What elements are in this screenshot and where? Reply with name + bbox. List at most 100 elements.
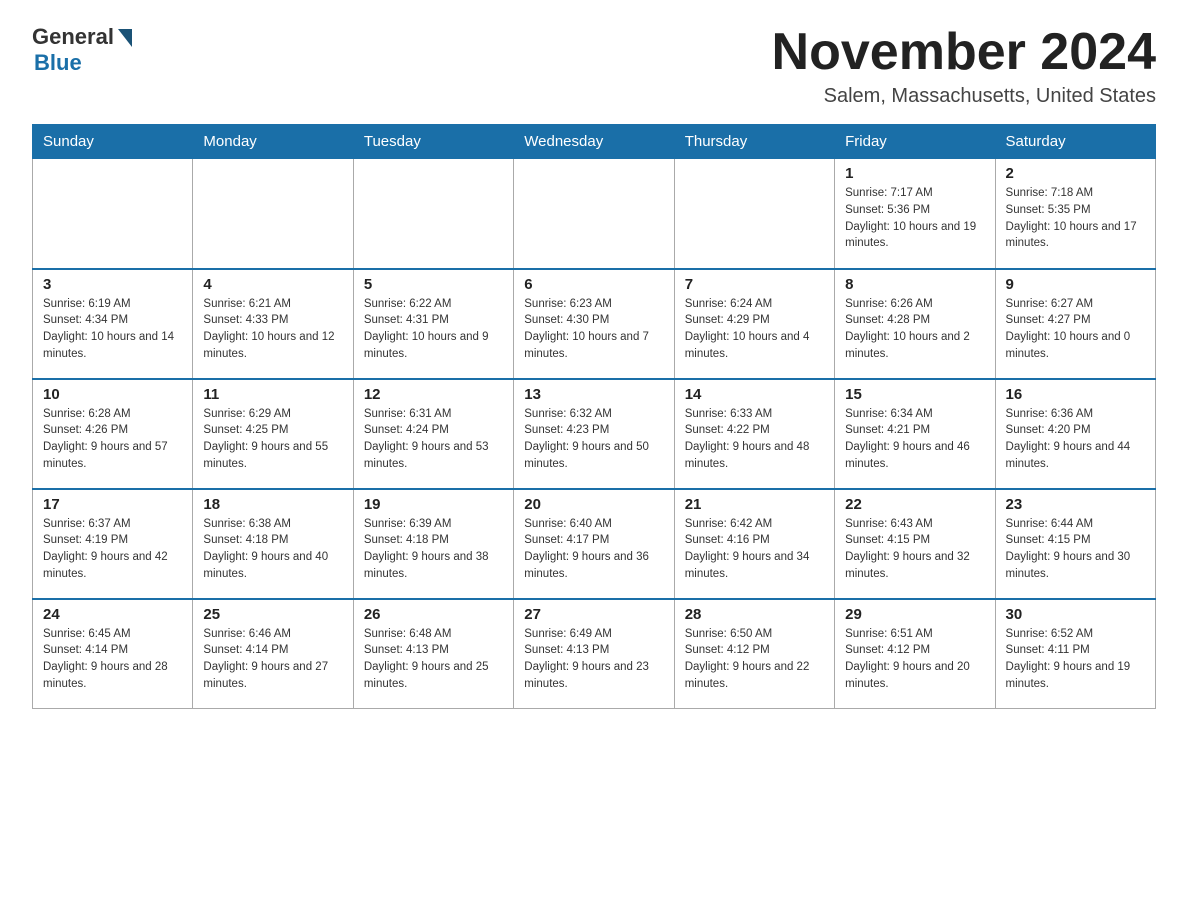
calendar-cell: 11 Sunrise: 6:29 AMSunset: 4:25 PMDayligh… <box>193 379 353 489</box>
day-sun-info: Sunrise: 6:48 AMSunset: 4:13 PMDaylight:… <box>364 626 503 693</box>
day-sun-info: Sunrise: 6:40 AMSunset: 4:17 PMDaylight:… <box>524 516 663 583</box>
day-number: 25 <box>203 606 342 623</box>
day-number: 18 <box>203 496 342 513</box>
calendar-week-row: 10 Sunrise: 6:28 AMSunset: 4:26 PMDayligh… <box>33 379 1156 489</box>
day-number: 9 <box>1006 276 1145 293</box>
calendar-cell: 26 Sunrise: 6:48 AMSunset: 4:13 PMDayligh… <box>353 599 513 709</box>
weekday-header-wednesday: Wednesday <box>514 125 674 159</box>
day-sun-info: Sunrise: 6:44 AMSunset: 4:15 PMDaylight:… <box>1006 516 1145 583</box>
calendar-cell: 18 Sunrise: 6:38 AMSunset: 4:18 PMDayligh… <box>193 489 353 599</box>
day-number: 27 <box>524 606 663 623</box>
day-sun-info: Sunrise: 6:33 AMSunset: 4:22 PMDaylight:… <box>685 406 824 473</box>
calendar-cell: 8Sunrise: 6:26 AMSunset: 4:28 PMDaylight… <box>835 269 995 379</box>
calendar-cell <box>674 159 834 269</box>
day-number: 3 <box>43 276 182 293</box>
day-number: 1 <box>845 165 984 182</box>
day-sun-info: Sunrise: 6:36 AMSunset: 4:20 PMDaylight:… <box>1006 406 1145 473</box>
day-number: 19 <box>364 496 503 513</box>
weekday-header-tuesday: Tuesday <box>353 125 513 159</box>
logo-blue-text: Blue <box>34 50 82 76</box>
day-number: 6 <box>524 276 663 293</box>
day-sun-info: Sunrise: 6:34 AMSunset: 4:21 PMDaylight:… <box>845 406 984 473</box>
day-number: 23 <box>1006 496 1145 513</box>
day-number: 4 <box>203 276 342 293</box>
calendar-cell: 20 Sunrise: 6:40 AMSunset: 4:17 PMDayligh… <box>514 489 674 599</box>
calendar-week-row: 1 Sunrise: 7:17 AMSunset: 5:36 PMDaylight… <box>33 159 1156 269</box>
calendar-cell <box>353 159 513 269</box>
weekday-header-row: SundayMondayTuesdayWednesdayThursdayFrid… <box>33 125 1156 159</box>
day-number: 16 <box>1006 386 1145 403</box>
day-number: 13 <box>524 386 663 403</box>
weekday-header-thursday: Thursday <box>674 125 834 159</box>
calendar-cell: 24 Sunrise: 6:45 AMSunset: 4:14 PMDayligh… <box>33 599 193 709</box>
day-number: 30 <box>1006 606 1145 623</box>
calendar-cell <box>33 159 193 269</box>
day-sun-info: Sunrise: 6:43 AMSunset: 4:15 PMDaylight:… <box>845 516 984 583</box>
weekday-header-sunday: Sunday <box>33 125 193 159</box>
day-number: 2 <box>1006 165 1145 182</box>
day-number: 11 <box>203 386 342 403</box>
day-number: 10 <box>43 386 182 403</box>
day-number: 26 <box>364 606 503 623</box>
day-sun-info: Sunrise: 6:19 AMSunset: 4:34 PMDaylight:… <box>43 296 182 363</box>
day-sun-info: Sunrise: 6:38 AMSunset: 4:18 PMDaylight:… <box>203 516 342 583</box>
day-sun-info: Sunrise: 7:17 AMSunset: 5:36 PMDaylight:… <box>845 185 984 252</box>
day-number: 24 <box>43 606 182 623</box>
calendar-week-row: 17 Sunrise: 6:37 AMSunset: 4:19 PMDayligh… <box>33 489 1156 599</box>
day-number: 8 <box>845 276 984 293</box>
day-sun-info: Sunrise: 6:51 AMSunset: 4:12 PMDaylight:… <box>845 626 984 693</box>
day-sun-info: Sunrise: 6:42 AMSunset: 4:16 PMDaylight:… <box>685 516 824 583</box>
location-subtitle: Salem, Massachusetts, United States <box>772 85 1156 108</box>
day-sun-info: Sunrise: 6:52 AMSunset: 4:11 PMDaylight:… <box>1006 626 1145 693</box>
calendar-cell: 9Sunrise: 6:27 AMSunset: 4:27 PMDaylight… <box>995 269 1155 379</box>
logo-arrow-icon <box>118 29 132 47</box>
calendar-cell: 16 Sunrise: 6:36 AMSunset: 4:20 PMDayligh… <box>995 379 1155 489</box>
calendar-cell: 25Sunrise: 6:46 AMSunset: 4:14 PMDayligh… <box>193 599 353 709</box>
calendar-cell: 29 Sunrise: 6:51 AMSunset: 4:12 PMDayligh… <box>835 599 995 709</box>
calendar-cell: 14 Sunrise: 6:33 AMSunset: 4:22 PMDayligh… <box>674 379 834 489</box>
calendar-cell: 15 Sunrise: 6:34 AMSunset: 4:21 PMDayligh… <box>835 379 995 489</box>
day-number: 20 <box>524 496 663 513</box>
calendar-cell: 6 Sunrise: 6:23 AMSunset: 4:30 PMDaylight… <box>514 269 674 379</box>
calendar-cell <box>514 159 674 269</box>
calendar-cell: 19 Sunrise: 6:39 AMSunset: 4:18 PMDayligh… <box>353 489 513 599</box>
day-number: 7 <box>685 276 824 293</box>
day-sun-info: Sunrise: 6:22 AMSunset: 4:31 PMDaylight:… <box>364 296 503 363</box>
calendar-cell: 7Sunrise: 6:24 AMSunset: 4:29 PMDaylight… <box>674 269 834 379</box>
day-number: 28 <box>685 606 824 623</box>
day-sun-info: Sunrise: 6:49 AMSunset: 4:13 PMDaylight:… <box>524 626 663 693</box>
month-title: November 2024 <box>772 24 1156 81</box>
calendar-cell: 30 Sunrise: 6:52 AMSunset: 4:11 PMDayligh… <box>995 599 1155 709</box>
calendar-cell: 1 Sunrise: 7:17 AMSunset: 5:36 PMDaylight… <box>835 159 995 269</box>
day-sun-info: Sunrise: 6:37 AMSunset: 4:19 PMDaylight:… <box>43 516 182 583</box>
day-sun-info: Sunrise: 6:31 AMSunset: 4:24 PMDaylight:… <box>364 406 503 473</box>
logo-general-text: General <box>32 24 114 50</box>
day-number: 12 <box>364 386 503 403</box>
day-number: 14 <box>685 386 824 403</box>
calendar-cell: 3 Sunrise: 6:19 AMSunset: 4:34 PMDaylight… <box>33 269 193 379</box>
day-number: 22 <box>845 496 984 513</box>
calendar-cell: 13 Sunrise: 6:32 AMSunset: 4:23 PMDayligh… <box>514 379 674 489</box>
day-number: 15 <box>845 386 984 403</box>
calendar-cell: 28 Sunrise: 6:50 AMSunset: 4:12 PMDayligh… <box>674 599 834 709</box>
day-sun-info: Sunrise: 6:32 AMSunset: 4:23 PMDaylight:… <box>524 406 663 473</box>
weekday-header-monday: Monday <box>193 125 353 159</box>
day-number: 29 <box>845 606 984 623</box>
calendar-cell: 10 Sunrise: 6:28 AMSunset: 4:26 PMDayligh… <box>33 379 193 489</box>
day-sun-info: Sunrise: 6:39 AMSunset: 4:18 PMDaylight:… <box>364 516 503 583</box>
page-header: General Blue November 2024 Salem, Massac… <box>32 24 1156 108</box>
day-sun-info: Sunrise: 6:45 AMSunset: 4:14 PMDaylight:… <box>43 626 182 693</box>
logo: General Blue <box>32 24 132 76</box>
day-number: 17 <box>43 496 182 513</box>
calendar-week-row: 24 Sunrise: 6:45 AMSunset: 4:14 PMDayligh… <box>33 599 1156 709</box>
day-sun-info: Sunrise: 6:29 AMSunset: 4:25 PMDaylight:… <box>203 406 342 473</box>
day-sun-info: Sunrise: 6:23 AMSunset: 4:30 PMDaylight:… <box>524 296 663 363</box>
calendar-cell <box>193 159 353 269</box>
title-section: November 2024 Salem, Massachusetts, Unit… <box>772 24 1156 108</box>
calendar-cell: 12 Sunrise: 6:31 AMSunset: 4:24 PMDayligh… <box>353 379 513 489</box>
weekday-header-saturday: Saturday <box>995 125 1155 159</box>
calendar-cell: 5Sunrise: 6:22 AMSunset: 4:31 PMDaylight… <box>353 269 513 379</box>
day-sun-info: Sunrise: 6:28 AMSunset: 4:26 PMDaylight:… <box>43 406 182 473</box>
calendar-cell: 17 Sunrise: 6:37 AMSunset: 4:19 PMDayligh… <box>33 489 193 599</box>
day-sun-info: Sunrise: 6:50 AMSunset: 4:12 PMDaylight:… <box>685 626 824 693</box>
